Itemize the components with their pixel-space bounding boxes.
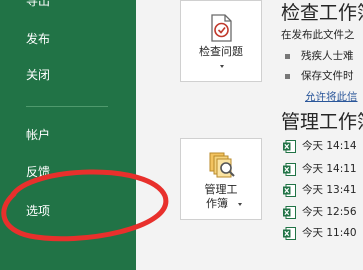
highlight-circle [1,169,169,242]
